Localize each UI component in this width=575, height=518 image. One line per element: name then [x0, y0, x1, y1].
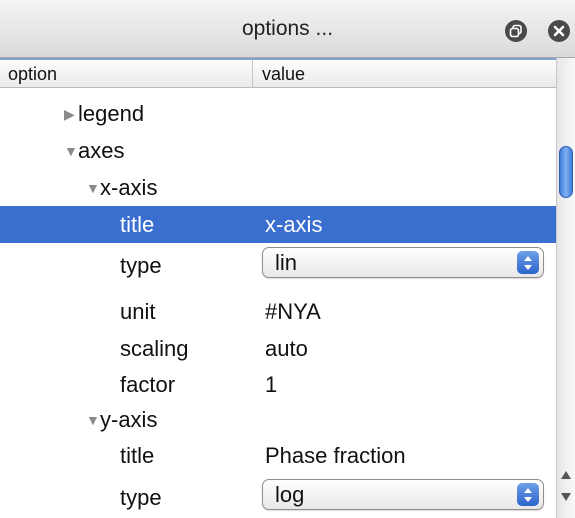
- table-header: option value: [0, 58, 556, 88]
- up-down-arrows-icon: [517, 483, 539, 506]
- select-value: log: [275, 482, 305, 507]
- option-value[interactable]: #NYA: [265, 293, 321, 330]
- row-label: x-axis: [100, 175, 158, 200]
- option-row-x-type[interactable]: type lin: [0, 244, 556, 281]
- option-label: type: [120, 253, 162, 278]
- option-label: scaling: [120, 336, 189, 361]
- option-row-x-unit[interactable]: unit #NYA: [0, 293, 556, 330]
- tree-row-x-axis[interactable]: ▼x-axis: [0, 169, 556, 206]
- scroll-down-arrow-icon[interactable]: [560, 490, 572, 504]
- option-value[interactable]: x-axis: [265, 206, 322, 243]
- option-value[interactable]: Phase fraction: [265, 437, 406, 474]
- row-label: y-axis: [100, 407, 158, 432]
- detach-button[interactable]: [505, 20, 527, 42]
- row-label: legend: [78, 101, 145, 126]
- window-title: options ...: [241, 17, 334, 40]
- triangle-down-icon[interactable]: ▼: [86, 402, 100, 439]
- scroll-up-arrow-icon[interactable]: [560, 468, 572, 482]
- option-row-y-type[interactable]: type log: [0, 476, 556, 513]
- vertical-scrollbar[interactable]: [556, 58, 575, 518]
- detach-icon: [509, 24, 522, 38]
- option-row-x-scaling[interactable]: scaling auto: [0, 330, 556, 367]
- y-axis-type-select[interactable]: log: [262, 479, 544, 510]
- option-label: title: [120, 443, 155, 468]
- option-label: title: [120, 212, 155, 237]
- scroll-thumb[interactable]: [559, 146, 573, 198]
- option-row-y-title[interactable]: title Phase fraction: [0, 437, 556, 474]
- column-divider[interactable]: [252, 60, 253, 88]
- option-value[interactable]: 1: [265, 366, 277, 403]
- tree-row-axes[interactable]: ▼axes: [0, 132, 556, 169]
- triangle-right-icon[interactable]: ▶: [64, 96, 78, 133]
- column-header-option[interactable]: option: [8, 64, 57, 85]
- option-row-x-title[interactable]: title x-axis: [0, 206, 556, 243]
- option-label: type: [120, 485, 162, 510]
- option-label: unit: [120, 299, 156, 324]
- x-axis-type-select[interactable]: lin: [262, 247, 544, 278]
- triangle-down-icon[interactable]: ▼: [86, 170, 100, 207]
- column-header-value[interactable]: value: [262, 64, 305, 85]
- tree-row-y-axis[interactable]: ▼y-axis: [0, 401, 556, 438]
- tree-row-legend[interactable]: ▶ legend: [0, 95, 556, 132]
- close-icon: [553, 25, 565, 37]
- triangle-down-icon[interactable]: ▼: [64, 133, 78, 170]
- row-label: axes: [78, 138, 125, 163]
- option-value[interactable]: auto: [265, 330, 308, 367]
- window-titlebar: options ...: [0, 0, 575, 58]
- up-down-arrows-icon: [517, 251, 539, 274]
- close-button[interactable]: [548, 20, 570, 42]
- option-label: factor: [120, 372, 176, 397]
- select-value: lin: [275, 250, 298, 275]
- option-row-x-factor[interactable]: factor 1: [0, 366, 556, 403]
